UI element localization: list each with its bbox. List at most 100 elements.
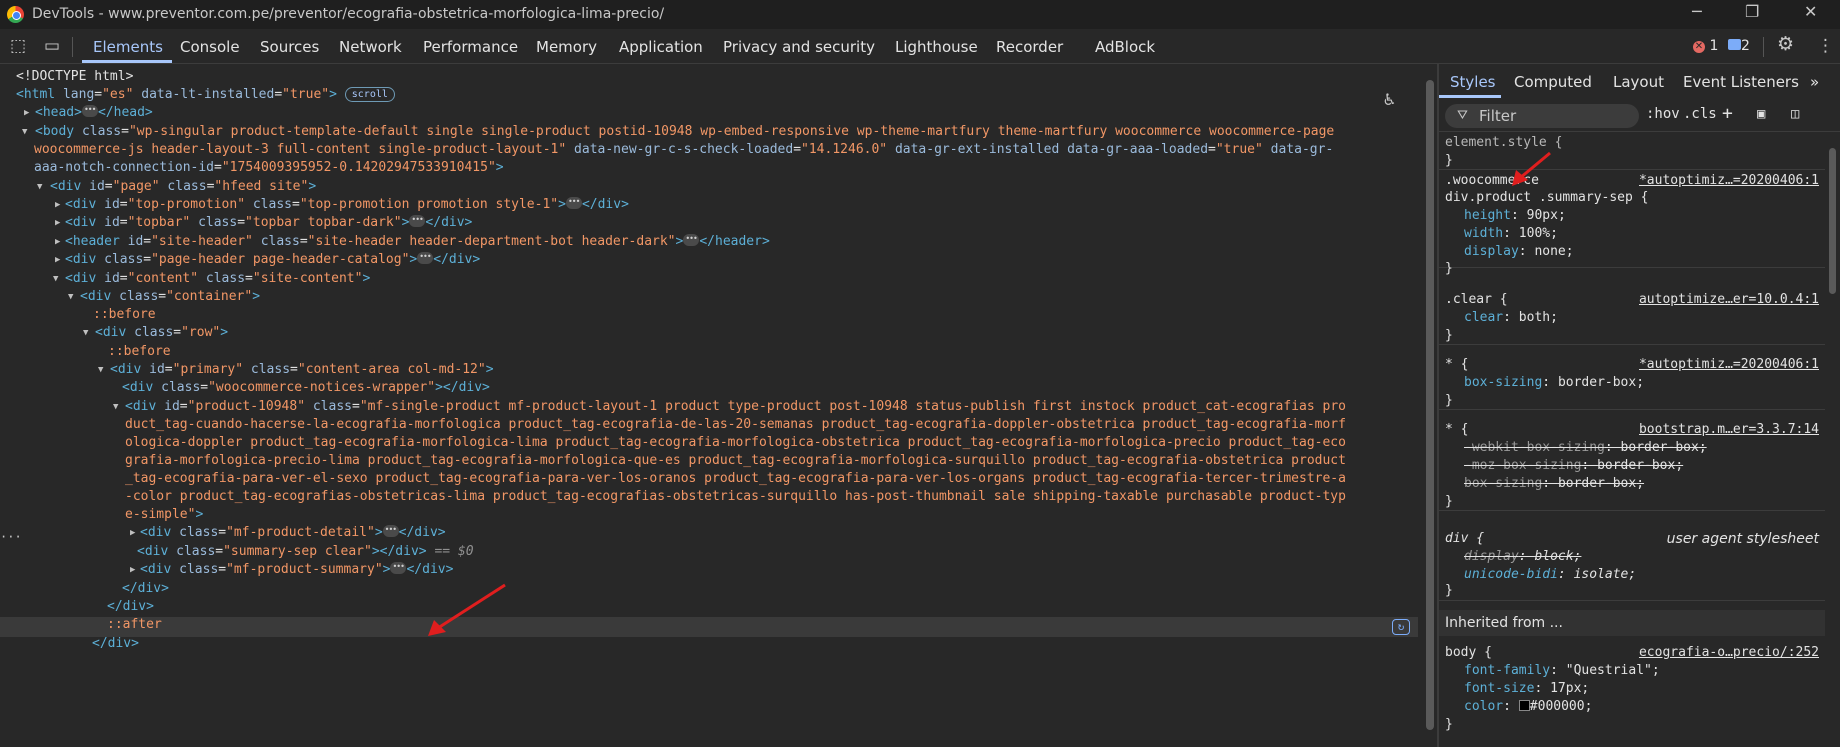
tab-styles[interactable]: Styles [1450,73,1496,91]
div-notices-node[interactable]: <div class="woocommerce-notices-wrapper"… [122,379,490,397]
div-product-detail-node[interactable]: <div class="mf-product-detail"></div> [140,521,446,542]
toggle-sidebar-icon[interactable]: ◫ [1791,106,1799,122]
filter-input[interactable]: ⛛ Filter [1445,104,1639,128]
errors-badge[interactable]: ✕ 1 [1693,38,1718,54]
device-toolbar-icon[interactable]: ▭ [44,36,60,56]
rule-source-link[interactable]: ecografia-o…precio/:252 [1639,644,1819,662]
collapse-triangle-icon[interactable]: ▼ [22,123,27,141]
div-product-node[interactable]: <div id="product-10948" class="mf-single… [125,398,1346,416]
rule-source-link[interactable]: *autoptimiz…=20200406:1 [1639,172,1819,190]
prop-font-family[interactable]: font-family: "Questrial"; [1464,662,1660,680]
elements-scrollbar[interactable] [1423,64,1437,747]
div-row-node[interactable]: <div class="row"> [95,324,228,342]
minimize-button[interactable]: ─ [1692,2,1702,21]
maximize-button[interactable]: ❐ [1745,2,1759,21]
scroll-badge[interactable]: scroll [344,87,395,102]
div-product-summary-node[interactable]: <div class="mf-product-summary"></div> [140,558,453,579]
collapse-triangle-icon[interactable]: ▼ [37,178,42,196]
tab-application[interactable]: Application [619,38,703,56]
div-summary-sep-node[interactable]: <div class="summary-sep clear"></div> ==… [137,543,474,561]
inspect-element-icon[interactable]: ⬚ [10,36,26,56]
collapse-triangle-icon[interactable]: ▼ [53,270,58,288]
tab-network[interactable]: Network [339,38,402,56]
ellipsis-icon[interactable] [81,101,98,119]
tab-elements[interactable]: Elements [93,38,163,56]
expand-triangle-icon[interactable]: ▶ [130,561,135,579]
pseudo-before[interactable]: ::before [93,306,156,324]
close-div-node[interactable]: </div> [122,580,169,598]
rule-source-link[interactable]: autoptimize…er=10.0.4:1 [1639,291,1819,309]
prop-width[interactable]: width: 100%; [1464,225,1558,243]
collapse-triangle-icon[interactable]: ▼ [113,398,118,416]
prop-display-block[interactable]: display: block; [1464,548,1581,566]
tab-sources[interactable]: Sources [260,38,319,56]
div-page-node[interactable]: <div id="page" class="hfeed site"> [50,178,316,196]
pseudo-after[interactable]: ::after [107,616,162,634]
prop-box-sizing-overridden[interactable]: box-sizing: border-box; [1464,475,1644,493]
ellipsis-icon[interactable] [417,248,434,266]
div-topbar-node[interactable]: <div id="topbar" class="topbar topbar-da… [65,211,472,232]
hov-button[interactable]: :hov [1646,106,1680,122]
ellipsis-icon[interactable] [565,193,582,211]
collapse-triangle-icon[interactable]: ▼ [83,324,88,342]
more-tabs-icon[interactable]: » [1810,73,1819,91]
div-container-node[interactable]: <div class="container"> [80,288,260,306]
expand-triangle-icon[interactable]: ▶ [55,251,60,269]
prop-unicode-bidi[interactable]: unicode-bidi: isolate; [1464,566,1636,584]
rule-selector[interactable]: .clear { [1445,291,1508,309]
ellipsis-icon[interactable] [409,211,426,229]
tab-privacy-and-security[interactable]: Privacy and security [723,38,875,56]
new-rule-icon[interactable]: + [1722,103,1733,124]
ellipsis-icon[interactable] [683,230,700,248]
tab-event-listeners[interactable]: Event Listeners [1683,73,1799,91]
collapse-triangle-icon[interactable]: ▼ [98,361,103,379]
prop-clear[interactable]: clear: both; [1464,309,1558,327]
div-content-node[interactable]: <div id="content" class="site-content"> [65,270,370,288]
tab-memory[interactable]: Memory [536,38,597,56]
messages-badge[interactable]: 2 [1728,38,1750,54]
ellipsis-icon[interactable] [382,521,399,539]
prop-box-sizing[interactable]: box-sizing: border-box; [1464,374,1644,392]
accessibility-icon[interactable]: ♿ [1384,89,1395,110]
paint-brush-icon[interactable]: ▣ [1757,106,1765,122]
cls-button[interactable]: .cls [1683,106,1717,122]
rule-selector[interactable]: div { [1445,530,1484,548]
rule-selector[interactable]: div.product .summary-sep { [1445,189,1649,207]
prop-moz-box-sizing[interactable]: -moz-box-sizing: border-box; [1464,457,1683,475]
node-actions-icon[interactable]: ··· [0,530,22,544]
close-div-node[interactable]: </div> [107,598,154,616]
head-node[interactable]: <head></head> [35,101,153,122]
ellipsis-icon[interactable] [390,558,407,576]
tab-adblock[interactable]: AdBlock [1095,38,1155,56]
rule-selector[interactable]: body { [1445,644,1492,662]
pseudo-before[interactable]: ::before [108,343,171,361]
tab-layout[interactable]: Layout [1613,73,1664,91]
header-node[interactable]: <header id="site-header" class="site-hea… [65,230,770,251]
body-node[interactable]: <body class="wp-singular product-templat… [35,123,1334,141]
scrollbar-thumb[interactable] [1829,148,1836,294]
collapse-triangle-icon[interactable]: ▼ [68,288,73,306]
div-top-promotion-node[interactable]: <div id="top-promotion" class="top-promo… [65,193,629,214]
rule-source-link[interactable]: *autoptimiz…=20200406:1 [1639,356,1819,374]
scrollbar-thumb[interactable] [1426,80,1434,730]
tab-computed[interactable]: Computed [1514,73,1592,91]
rule-selector[interactable]: * { [1445,356,1468,374]
div-page-header-node[interactable]: <div class="page-header page-header-cata… [65,248,480,269]
gear-icon[interactable]: ⚙ [1777,33,1794,55]
tab-recorder[interactable]: Recorder [996,38,1063,56]
color-swatch[interactable] [1518,700,1530,711]
close-div-node[interactable]: </div> [92,635,139,653]
element-style-selector[interactable]: element.style { [1445,134,1562,152]
expand-triangle-icon[interactable]: ▶ [24,104,29,122]
div-primary-node[interactable]: <div id="primary" class="content-area co… [110,361,494,379]
more-options-icon[interactable]: ⋮ [1817,36,1834,56]
prop-display[interactable]: display: none; [1464,243,1574,261]
prop-height[interactable]: height: 90px; [1464,207,1566,225]
rule-selector[interactable]: * { [1445,421,1468,439]
selected-node-icon[interactable]: ↻ [1392,619,1410,635]
tab-lighthouse[interactable]: Lighthouse [895,38,978,56]
styles-scrollbar[interactable] [1825,104,1840,747]
rule-selector[interactable]: .woocommerce [1445,172,1539,190]
prop-color[interactable]: color: #000000; [1464,698,1592,716]
expand-triangle-icon[interactable]: ▶ [55,233,60,251]
